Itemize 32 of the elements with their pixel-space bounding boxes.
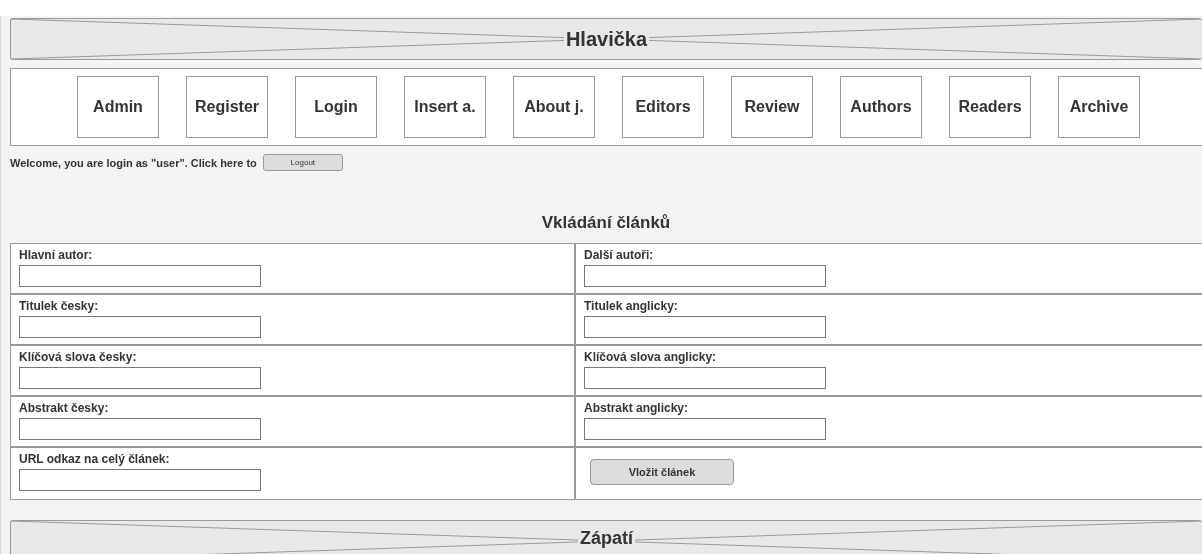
- nav-button[interactable]: Readers: [949, 76, 1031, 138]
- welcome-text: Welcome, you are login as "user". Click here to: [10, 156, 257, 169]
- nav-button[interactable]: Editors: [622, 76, 704, 138]
- nav-button[interactable]: About j.: [513, 76, 595, 138]
- nav-button[interactable]: Archive: [1058, 76, 1140, 138]
- field-label: Klíčová slova česky:: [19, 350, 137, 364]
- logout-button[interactable]: Logout: [262, 154, 343, 171]
- input-field[interactable]: [584, 265, 826, 287]
- field-label: Titulek anglicky:: [584, 299, 678, 313]
- nav-button[interactable]: Authors: [840, 76, 922, 138]
- input-field[interactable]: [584, 418, 826, 440]
- nav-button[interactable]: Review: [731, 76, 813, 138]
- form-title: Vkládání článků: [540, 213, 672, 234]
- input-field[interactable]: [19, 367, 261, 389]
- field-label: Titulek česky:: [19, 299, 99, 313]
- field-label: URL odkaz na celý článek:: [19, 452, 170, 466]
- field-label: Hlavní autor:: [19, 248, 93, 262]
- nav-button[interactable]: Register: [186, 76, 268, 138]
- nav-button[interactable]: Insert a.: [404, 76, 486, 138]
- nav-button[interactable]: Admin: [77, 76, 159, 138]
- input-field[interactable]: [19, 418, 261, 440]
- input-field[interactable]: [19, 469, 261, 491]
- field-label: Klíčová slova anglicky:: [584, 350, 717, 364]
- field-label: Abstrakt anglicky:: [584, 401, 689, 415]
- input-field[interactable]: [19, 316, 261, 338]
- submit-button[interactable]: Vložit článek: [590, 459, 734, 485]
- input-field[interactable]: [584, 367, 826, 389]
- field-label: Abstrakt česky:: [19, 401, 109, 415]
- input-field[interactable]: [19, 265, 261, 287]
- field-label: Další autoři:: [584, 248, 654, 262]
- nav-button[interactable]: Login: [295, 76, 377, 138]
- input-field[interactable]: [584, 316, 826, 338]
